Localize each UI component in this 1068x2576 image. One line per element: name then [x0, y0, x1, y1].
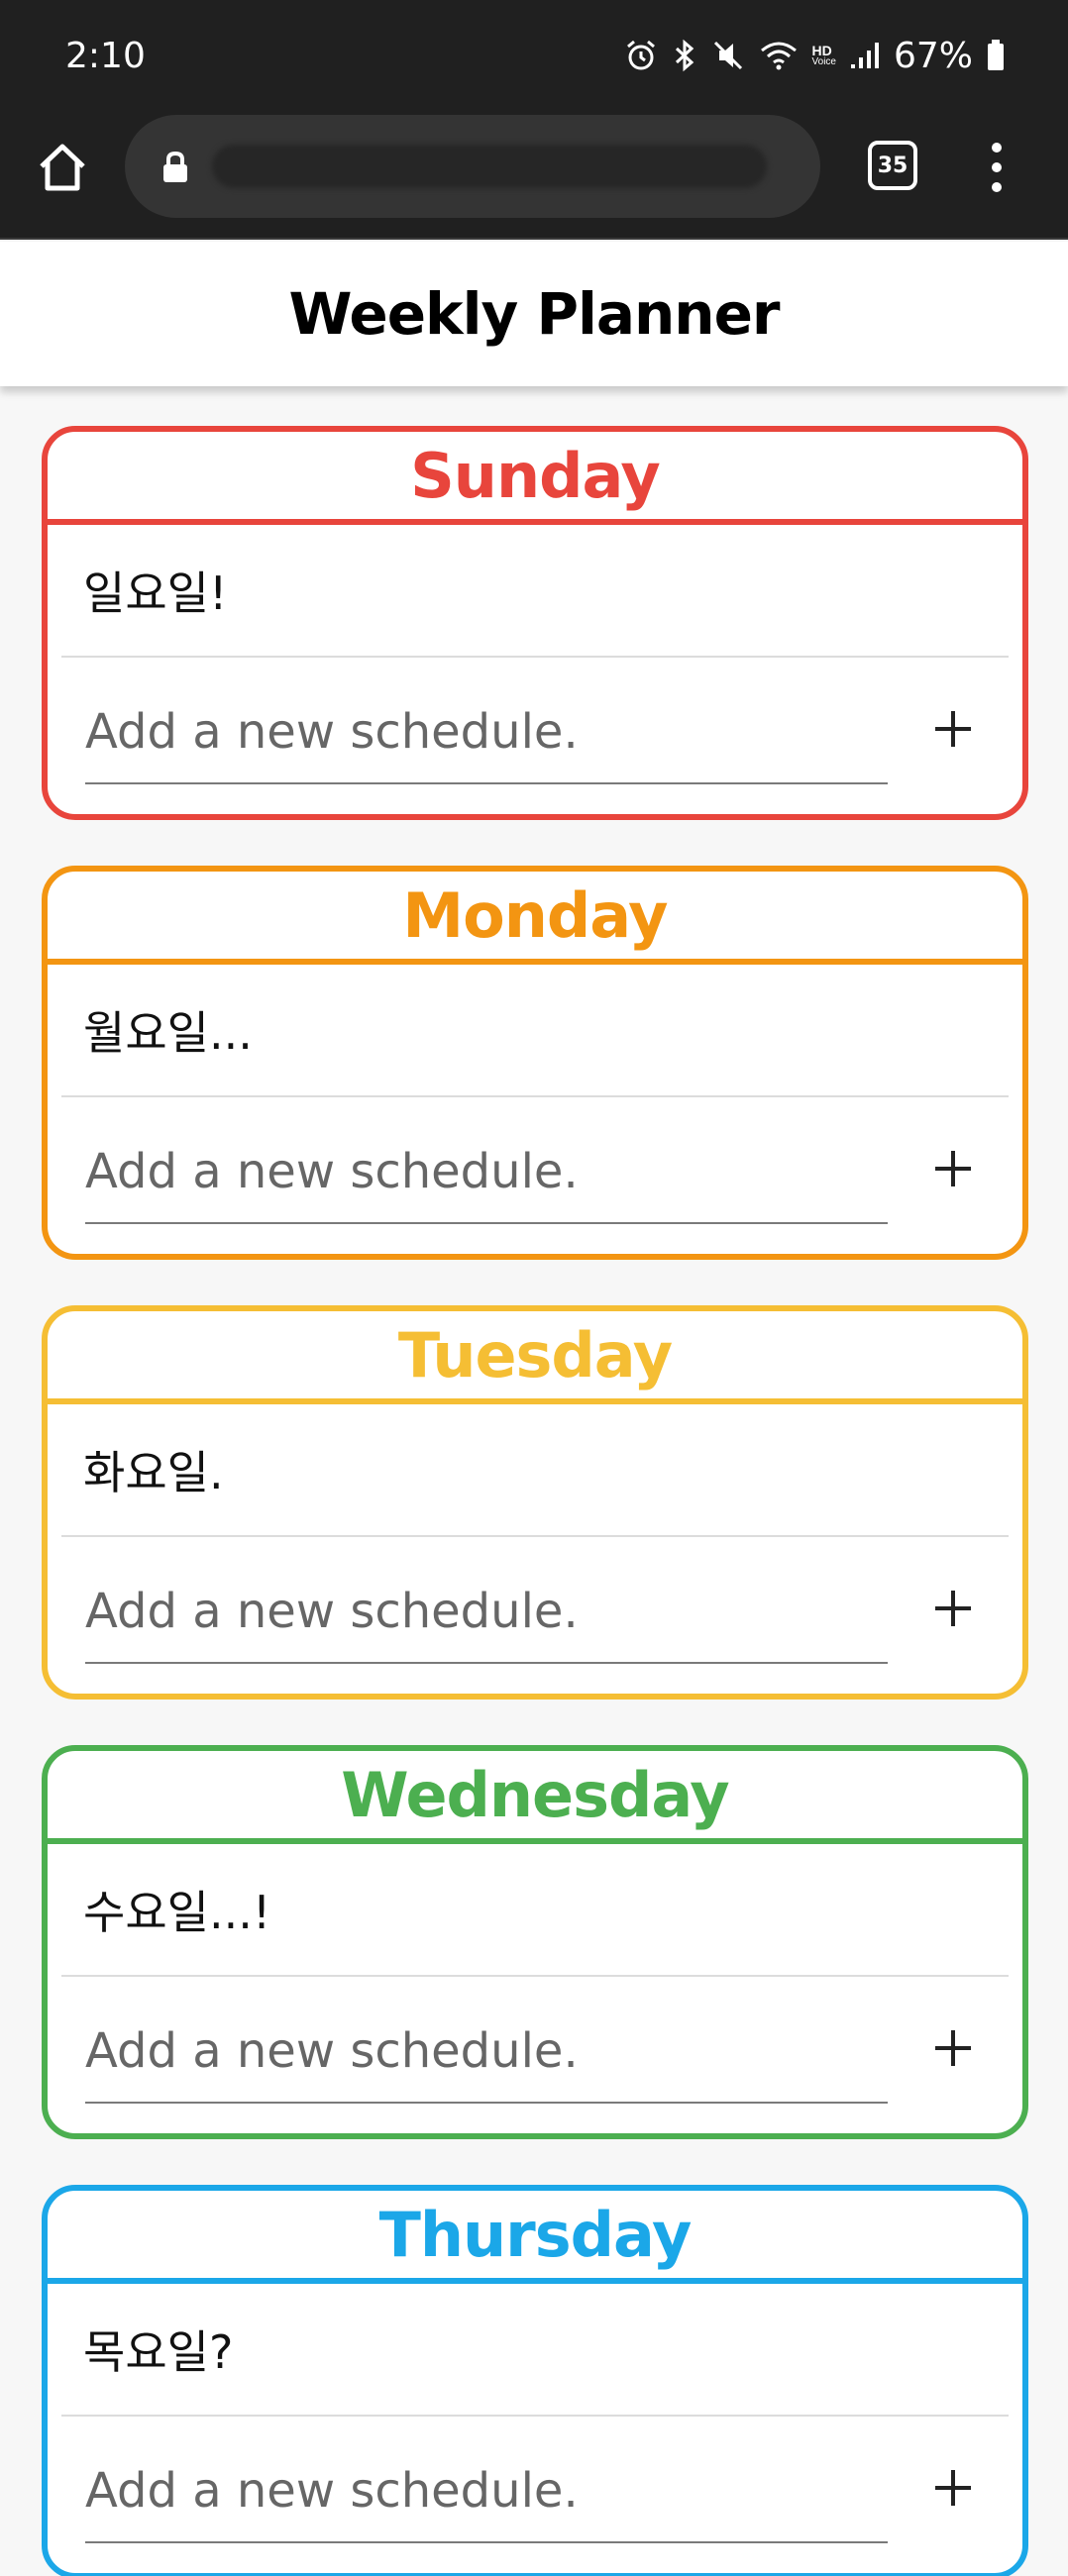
plus-icon: [935, 1151, 971, 1186]
bluetooth-icon: [675, 39, 694, 72]
voice-label: Voice: [811, 56, 836, 67]
day-card-sunday: Sunday 일요일!: [42, 426, 1028, 820]
day-header: Sunday: [48, 432, 1022, 525]
plus-icon: [935, 2470, 971, 2506]
hd-label: HD: [811, 43, 832, 58]
mute-icon: [713, 41, 742, 70]
page-title: Weekly Planner: [288, 280, 780, 348]
add-schedule-row: [48, 1097, 1022, 1246]
home-icon[interactable]: [36, 141, 89, 194]
status-time: 2:10: [65, 36, 146, 76]
add-schedule-button[interactable]: [927, 2462, 979, 2514]
day-card-thursday: Thursday 목요일?: [42, 2185, 1028, 2576]
day-card-tuesday: Tuesday 화요일.: [42, 1305, 1028, 1700]
day-name: Tuesday: [397, 1318, 673, 1391]
day-header: Tuesday: [48, 1311, 1022, 1404]
add-schedule-row: [48, 658, 1022, 806]
wifi-icon: [760, 42, 797, 70]
new-schedule-input[interactable]: [85, 2001, 888, 2104]
schedule-item[interactable]: 목요일?: [61, 2284, 1009, 2417]
schedule-item[interactable]: 수요일...!: [61, 1844, 1009, 1977]
new-schedule-input[interactable]: [85, 2440, 888, 2543]
signal-icon: [850, 43, 879, 68]
day-header: Wednesday: [48, 1751, 1022, 1844]
battery-percent: 67%: [893, 35, 973, 76]
day-name: Wednesday: [341, 1758, 729, 1831]
add-schedule-row: [48, 1977, 1022, 2125]
day-name: Monday: [402, 878, 668, 952]
plus-icon: [935, 2030, 971, 2066]
tab-switcher-button[interactable]: 35: [868, 141, 917, 190]
day-card-monday: Monday 월요일...: [42, 866, 1028, 1260]
plus-icon: [935, 711, 971, 747]
battery-icon: [988, 40, 1004, 70]
alarm-icon: [626, 40, 655, 70]
schedule-item[interactable]: 월요일...: [61, 965, 1009, 1097]
day-header: Monday: [48, 872, 1022, 965]
new-schedule-input[interactable]: [85, 681, 888, 784]
add-schedule-button[interactable]: [927, 703, 979, 755]
browser-toolbar: 35: [0, 111, 1068, 240]
app-header: Weekly Planner: [0, 242, 1068, 386]
status-icons: HD Voice 67%: [624, 34, 1005, 77]
schedule-item[interactable]: 일요일!: [61, 525, 1009, 658]
add-schedule-button[interactable]: [927, 2022, 979, 2074]
add-schedule-row: [48, 1537, 1022, 1686]
new-schedule-input[interactable]: [85, 1121, 888, 1224]
new-schedule-input[interactable]: [85, 1561, 888, 1664]
url-redacted: [212, 145, 767, 188]
address-bar[interactable]: [125, 115, 820, 218]
schedule-item[interactable]: 화요일.: [61, 1404, 1009, 1537]
lock-icon: [163, 151, 187, 182]
more-options-icon[interactable]: [985, 141, 1009, 194]
add-schedule-button[interactable]: [927, 1143, 979, 1194]
status-bar: 2:10 HD Voice 67%: [0, 0, 1068, 111]
add-schedule-button[interactable]: [927, 1583, 979, 1634]
day-card-wednesday: Wednesday 수요일...!: [42, 1745, 1028, 2139]
day-name: Sunday: [410, 439, 661, 512]
day-name: Thursday: [378, 2198, 693, 2271]
day-header: Thursday: [48, 2191, 1022, 2284]
add-schedule-row: [48, 2417, 1022, 2565]
plus-icon: [935, 1591, 971, 1626]
hd-voice-icon: HD Voice: [812, 44, 836, 67]
